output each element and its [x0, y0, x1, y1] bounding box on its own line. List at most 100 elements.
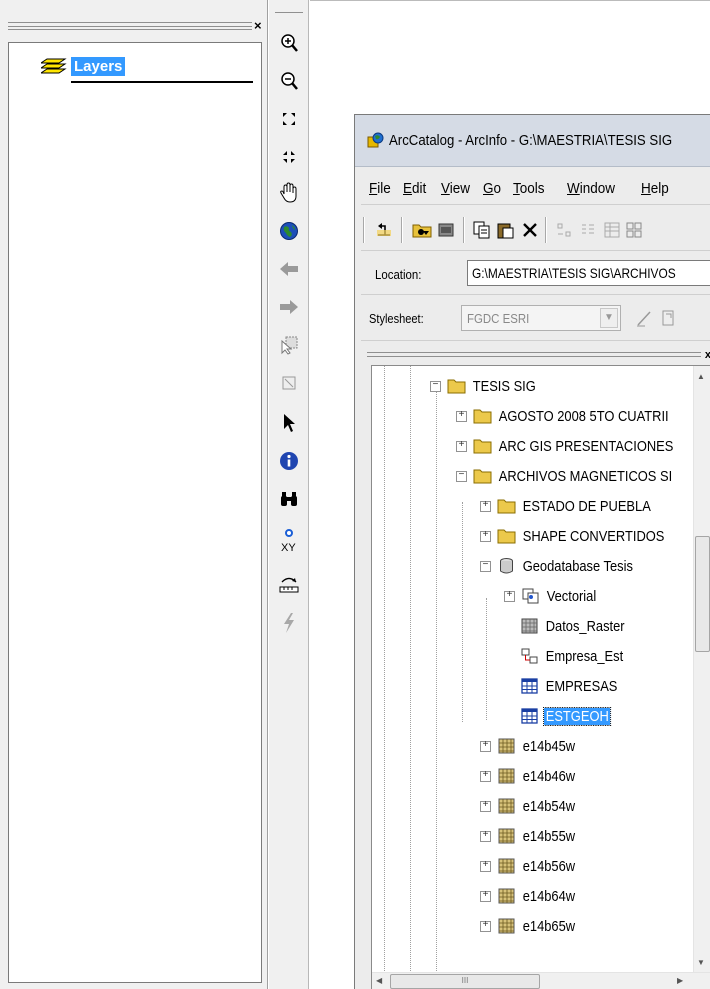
tree-node-datos-raster[interactable]: Datos_Raster — [520, 614, 640, 638]
toolbar-grip[interactable] — [275, 12, 303, 13]
collapse-icon[interactable]: − — [430, 380, 441, 392]
tree-close-button[interactable]: x — [705, 349, 710, 361]
menu-window[interactable]: Window — [567, 180, 615, 197]
tools-toolbar: XY — [269, 0, 309, 989]
expand-icon[interactable]: + — [480, 800, 491, 812]
vertical-scrollbar[interactable]: ▲ ▼ — [693, 366, 710, 973]
tree-node-estado-puebla[interactable]: + ESTADO DE PUEBLA — [480, 494, 674, 518]
location-input[interactable]: G:\MAESTRIA\TESIS SIG\ARCHIVOS — [467, 260, 710, 286]
layers-node[interactable]: Layers — [41, 55, 126, 77]
tree-node-archivos[interactable]: − ARCHIVOS MAGNETICOS SI — [456, 464, 703, 488]
select-features-icon[interactable] — [278, 334, 300, 356]
tree-node-raster[interactable]: + e14b64w — [480, 884, 586, 908]
table-icon — [521, 678, 538, 694]
tree-node-shape-convertidos[interactable]: + SHAPE CONVERTIDOS — [480, 524, 690, 548]
clear-selection-icon[interactable] — [278, 372, 300, 394]
arccatalog-window: ArcCatalog - ArcInfo - G:\MAESTRIA\TESIS… — [354, 114, 710, 989]
expand-icon[interactable]: + — [456, 410, 467, 422]
folder-open-icon — [473, 469, 492, 484]
scroll-thumb-horizontal[interactable]: III — [390, 974, 540, 989]
fixed-zoom-out-icon[interactable] — [278, 146, 300, 168]
up-one-level-icon[interactable] — [373, 219, 395, 241]
measure-icon[interactable] — [278, 574, 300, 596]
scroll-left-icon[interactable]: ◀ — [376, 976, 382, 985]
go-back-arrow-icon[interactable] — [278, 258, 300, 280]
metadata-properties-icon[interactable] — [657, 307, 679, 329]
expand-icon[interactable]: + — [480, 500, 491, 512]
tree-node-raster[interactable]: + e14b45w — [480, 734, 586, 758]
expand-icon[interactable]: + — [480, 920, 491, 932]
title-bar[interactable]: ArcCatalog - ArcInfo - G:\MAESTRIA\TESIS… — [355, 115, 710, 167]
tree-node-vectorial[interactable]: + Vectorial — [504, 584, 607, 608]
zoom-in-icon[interactable] — [278, 32, 300, 54]
expand-icon[interactable]: + — [480, 740, 491, 752]
zoom-out-icon[interactable] — [278, 70, 300, 92]
panel-grip[interactable] — [8, 22, 252, 30]
expand-icon[interactable]: + — [456, 440, 467, 452]
expand-icon[interactable]: + — [480, 860, 491, 872]
scroll-up-icon[interactable]: ▲ — [697, 372, 705, 381]
raster-dataset-icon — [498, 918, 515, 934]
scroll-thumb[interactable] — [695, 536, 710, 652]
collapse-icon[interactable]: − — [456, 470, 467, 482]
raster-dataset-icon — [498, 738, 515, 754]
tree-node-raster[interactable]: + e14b54w — [480, 794, 586, 818]
menu-help[interactable]: Help — [641, 180, 669, 197]
tree-node-raster[interactable]: + e14b65w — [480, 914, 586, 938]
tree-node-agosto[interactable]: + AGOSTO 2008 5TO CUATRII — [456, 404, 699, 428]
full-extent-globe-icon[interactable] — [278, 220, 300, 242]
paste-icon[interactable] — [495, 219, 517, 241]
go-forward-arrow-icon[interactable] — [278, 296, 300, 318]
select-elements-pointer-icon[interactable] — [278, 412, 300, 434]
menu-edit[interactable]: Edit — [403, 180, 426, 197]
expand-icon[interactable]: + — [480, 530, 491, 542]
thumbnails-view-icon[interactable] — [623, 219, 645, 241]
expand-icon[interactable]: + — [480, 890, 491, 902]
expand-icon[interactable]: + — [480, 830, 491, 842]
chevron-down-icon[interactable]: ▼ — [600, 308, 618, 328]
layers-underline — [71, 81, 253, 83]
folder-icon — [497, 529, 516, 544]
raster-catalog-icon — [521, 618, 538, 634]
hyperlink-bolt-icon[interactable] — [278, 612, 300, 634]
menu-file[interactable]: File — [369, 180, 391, 197]
tree-node-empresa-est[interactable]: Empresa_Est — [520, 644, 638, 668]
menu-tools[interactable]: Tools — [513, 180, 545, 197]
tree-node-tesis-sig[interactable]: − TESIS SIG — [430, 374, 548, 398]
menu-view[interactable]: View — [441, 180, 470, 197]
tree-node-raster[interactable]: + e14b55w — [480, 824, 586, 848]
connect-folder-icon[interactable] — [411, 219, 433, 241]
stylesheet-select[interactable]: FGDC ESRI ▼ — [461, 305, 621, 331]
catalog-tree: − TESIS SIG + AGOSTO 2008 5TO CUATRII + … — [371, 365, 710, 989]
tree-node-raster[interactable]: + e14b56w — [480, 854, 586, 878]
find-binoculars-icon[interactable] — [278, 488, 300, 510]
catalog-tree-header: x — [367, 349, 710, 363]
arccatalog-app-icon — [367, 132, 384, 148]
list-view-icon[interactable] — [577, 219, 599, 241]
large-icons-icon[interactable] — [553, 219, 575, 241]
scroll-right-icon[interactable]: ▶ — [677, 976, 683, 985]
disconnect-folder-icon[interactable] — [435, 219, 457, 241]
expand-icon[interactable]: + — [480, 770, 491, 782]
go-to-xy-icon[interactable]: XY — [278, 526, 300, 556]
stylesheet-label: Stylesheet: — [369, 311, 424, 326]
toc-close-button[interactable]: × — [254, 18, 262, 33]
identify-info-icon[interactable] — [278, 450, 300, 472]
edit-metadata-icon[interactable] — [633, 307, 655, 329]
collapse-icon[interactable]: − — [480, 560, 491, 572]
tree-node-raster[interactable]: + e14b46w — [480, 764, 586, 788]
tree-node-estgeoh[interactable]: ESTGEOH — [520, 704, 621, 728]
tree-node-geodatabase-tesis[interactable]: − Geodatabase Tesis — [480, 554, 653, 578]
copy-icon[interactable] — [471, 219, 493, 241]
delete-icon[interactable] — [519, 219, 541, 241]
details-view-icon[interactable] — [601, 219, 623, 241]
table-icon — [521, 708, 538, 724]
tree-node-empresas[interactable]: EMPRESAS — [520, 674, 631, 698]
expand-icon[interactable]: + — [504, 590, 515, 602]
fixed-zoom-in-icon[interactable] — [278, 108, 300, 130]
tree-node-arc-gis[interactable]: + ARC GIS PRESENTACIONES — [456, 434, 704, 458]
scroll-down-icon[interactable]: ▼ — [697, 958, 705, 967]
horizontal-scrollbar[interactable]: ◀ III ▶ — [372, 972, 710, 989]
pan-hand-icon[interactable] — [278, 182, 300, 204]
menu-go[interactable]: Go — [483, 180, 501, 197]
